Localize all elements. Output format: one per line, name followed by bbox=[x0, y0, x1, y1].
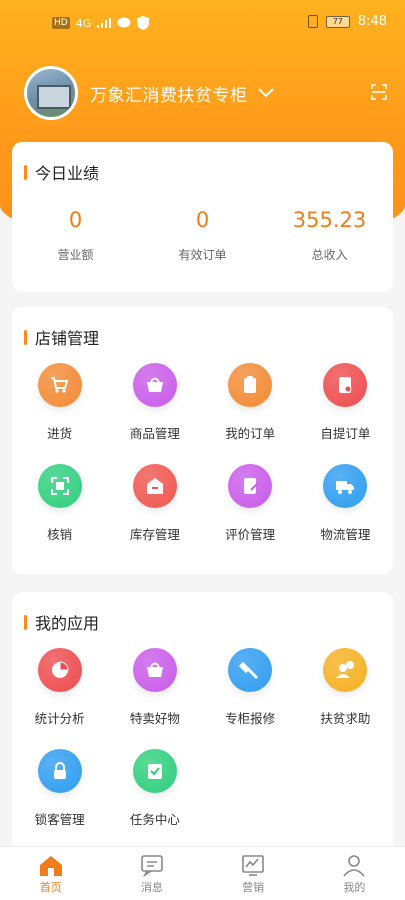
section-title-text: 今日业绩 bbox=[35, 164, 100, 183]
tab-label: 首页 bbox=[39, 881, 62, 894]
menu-tile[interactable]: 锁客管理 bbox=[12, 749, 107, 828]
truck-icon bbox=[323, 464, 368, 508]
menu-tile[interactable]: 扶贫求助 bbox=[298, 648, 393, 727]
tab-label: 营销 bbox=[242, 881, 265, 894]
tab-user[interactable]: 我的 bbox=[304, 847, 405, 900]
tab-label: 我的 bbox=[343, 881, 366, 894]
signal-bars-icon bbox=[97, 18, 112, 28]
menu-tile-label: 我的订单 bbox=[225, 426, 276, 441]
stat-label: 有效订单 bbox=[178, 248, 227, 262]
tab-home[interactable]: 首页 bbox=[0, 847, 101, 900]
vibrate-icon bbox=[307, 15, 318, 28]
shop-management-card: 店铺管理 进货 商品管理 我的订单 自提订单核销 库存管理 评价管理 物流管理 bbox=[12, 307, 393, 574]
scan-icon[interactable] bbox=[371, 84, 387, 100]
menu-tile-label: 自提订单 bbox=[320, 426, 371, 441]
menu-tile[interactable]: 我的订单 bbox=[203, 363, 298, 442]
menu-tile-label: 核销 bbox=[47, 527, 73, 542]
basket-icon bbox=[132, 363, 177, 407]
menu-tile-label: 进货 bbox=[47, 426, 73, 441]
help-user-icon bbox=[323, 648, 368, 692]
menu-tile-label: 评价管理 bbox=[225, 527, 276, 542]
title-accent-bar bbox=[24, 164, 27, 180]
menu-tile[interactable]: 专柜报修 bbox=[203, 648, 298, 727]
tab-message[interactable]: 消息 bbox=[101, 847, 202, 900]
menu-tile[interactable]: 特卖好物 bbox=[107, 648, 202, 727]
title-accent-bar bbox=[24, 329, 27, 345]
menu-tile-label: 库存管理 bbox=[129, 527, 180, 542]
stat-value: 0 bbox=[68, 208, 83, 232]
network-type: HD bbox=[52, 17, 70, 29]
stat-value: 355.23 bbox=[292, 208, 367, 232]
inventory-icon bbox=[132, 464, 177, 508]
basket-icon bbox=[132, 648, 177, 692]
task-icon bbox=[132, 749, 177, 793]
tab-marketing-chart[interactable]: 营销 bbox=[203, 847, 304, 900]
stat-label: 营业额 bbox=[57, 248, 94, 262]
section-title: 今日业绩 bbox=[24, 160, 99, 184]
wrench-icon bbox=[228, 648, 273, 692]
status-bar: HD 4G 77 8:48 bbox=[0, 0, 405, 46]
menu-tile[interactable]: 商品管理 bbox=[107, 363, 202, 442]
scan-icon bbox=[37, 464, 82, 508]
stat-valid-orders[interactable]: 0 有效订单 bbox=[139, 208, 266, 263]
clock: 8:48 bbox=[357, 14, 387, 29]
section-title-text: 店铺管理 bbox=[35, 329, 100, 348]
store-selector[interactable]: 万象汇消费扶贫专柜 bbox=[24, 66, 405, 120]
stat-value: 0 bbox=[195, 208, 210, 232]
menu-tile[interactable]: 自提订单 bbox=[298, 363, 393, 442]
menu-tile[interactable]: 评价管理 bbox=[203, 464, 298, 543]
cart-icon bbox=[37, 363, 82, 407]
chat-notification-icon bbox=[117, 17, 131, 28]
menu-tile[interactable]: 核销 bbox=[12, 464, 107, 543]
my-apps-card: 我的应用 统计分析 特卖好物 专柜报修 扶贫求助锁客管理 任务中心 bbox=[12, 592, 393, 857]
store-name: 万象汇消费扶贫专柜 bbox=[90, 85, 248, 106]
edit-icon bbox=[228, 464, 273, 508]
menu-tile-label: 锁客管理 bbox=[34, 812, 85, 827]
section-title: 我的应用 bbox=[24, 610, 99, 634]
menu-tile-label: 任务中心 bbox=[129, 812, 180, 827]
tab-label: 消息 bbox=[140, 881, 163, 894]
stat-revenue[interactable]: 0 营业额 bbox=[12, 208, 139, 263]
menu-tile-label: 特卖好物 bbox=[129, 711, 180, 726]
title-accent-bar bbox=[24, 614, 27, 630]
menu-tile-label: 专柜报修 bbox=[225, 711, 276, 726]
lock-icon bbox=[37, 749, 82, 793]
bottom-tab-bar: 首页 消息 营销 我的 bbox=[0, 846, 405, 900]
menu-tile-label: 统计分析 bbox=[34, 711, 85, 726]
menu-tile-label: 扶贫求助 bbox=[320, 711, 371, 726]
battery-icon: 77 bbox=[325, 15, 350, 28]
menu-tile[interactable]: 统计分析 bbox=[12, 648, 107, 727]
marketing-chart-icon bbox=[240, 853, 266, 877]
menu-tile-label: 物流管理 bbox=[320, 527, 371, 542]
menu-tile-label: 商品管理 bbox=[129, 426, 180, 441]
menu-tile[interactable]: 任务中心 bbox=[107, 749, 202, 828]
shield-icon bbox=[137, 16, 150, 30]
home-icon bbox=[38, 853, 64, 877]
menu-tile[interactable]: 库存管理 bbox=[107, 464, 202, 543]
pie-chart-icon bbox=[37, 648, 82, 692]
signal-strength: 4G bbox=[75, 16, 92, 30]
menu-tile[interactable]: 物流管理 bbox=[298, 464, 393, 543]
stat-label: 总收入 bbox=[311, 248, 348, 262]
stat-total-income[interactable]: 355.23 总收入 bbox=[266, 208, 393, 263]
section-title-text: 我的应用 bbox=[35, 614, 100, 633]
user-icon bbox=[341, 853, 367, 877]
section-title: 店铺管理 bbox=[24, 325, 99, 349]
store-avatar bbox=[24, 66, 78, 120]
today-performance-card: 今日业绩 0 营业额 0 有效订单 355.23 总收入 bbox=[12, 142, 393, 292]
chevron-down-icon[interactable] bbox=[257, 88, 274, 98]
receipt-icon bbox=[323, 363, 368, 407]
clipboard-icon bbox=[228, 363, 273, 407]
message-icon bbox=[139, 853, 165, 877]
menu-tile[interactable]: 进货 bbox=[12, 363, 107, 442]
